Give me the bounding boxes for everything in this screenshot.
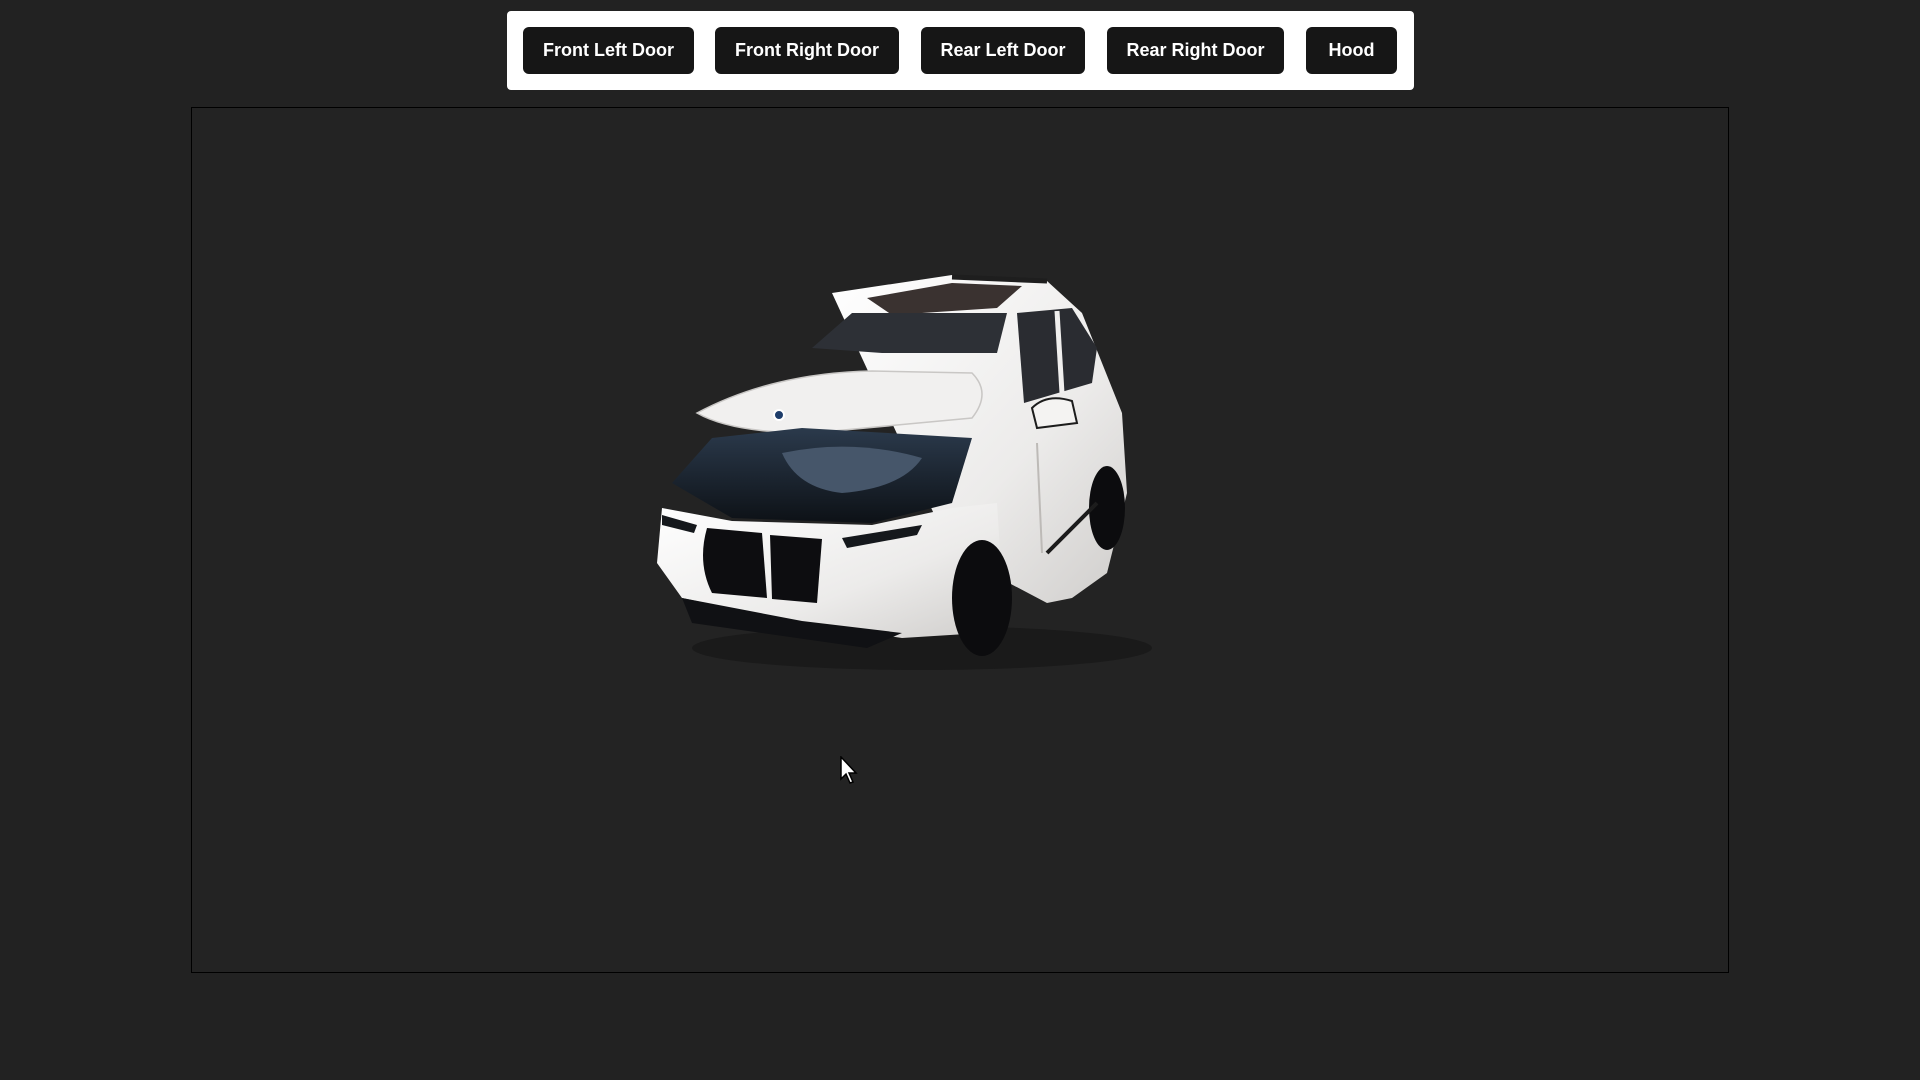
kidney-grille-right <box>770 535 822 603</box>
rear-left-door-button[interactable]: Rear Left Door <box>921 27 1085 74</box>
front-left-door-button[interactable]: Front Left Door <box>523 27 694 74</box>
kidney-grille-left <box>703 528 767 598</box>
part-toggle-toolbar: Front Left Door Front Right Door Rear Le… <box>507 11 1414 90</box>
hood-button[interactable]: Hood <box>1306 27 1397 74</box>
hood-badge <box>773 409 785 421</box>
windshield <box>812 313 1007 353</box>
front-right-door-button[interactable]: Front Right Door <box>715 27 899 74</box>
rear-right-door-button[interactable]: Rear Right Door <box>1107 27 1284 74</box>
car-3d-model[interactable] <box>652 253 1172 683</box>
side-mirror <box>1030 397 1079 430</box>
3d-viewer-canvas[interactable] <box>191 107 1729 973</box>
front-right-wheel <box>952 540 1012 656</box>
